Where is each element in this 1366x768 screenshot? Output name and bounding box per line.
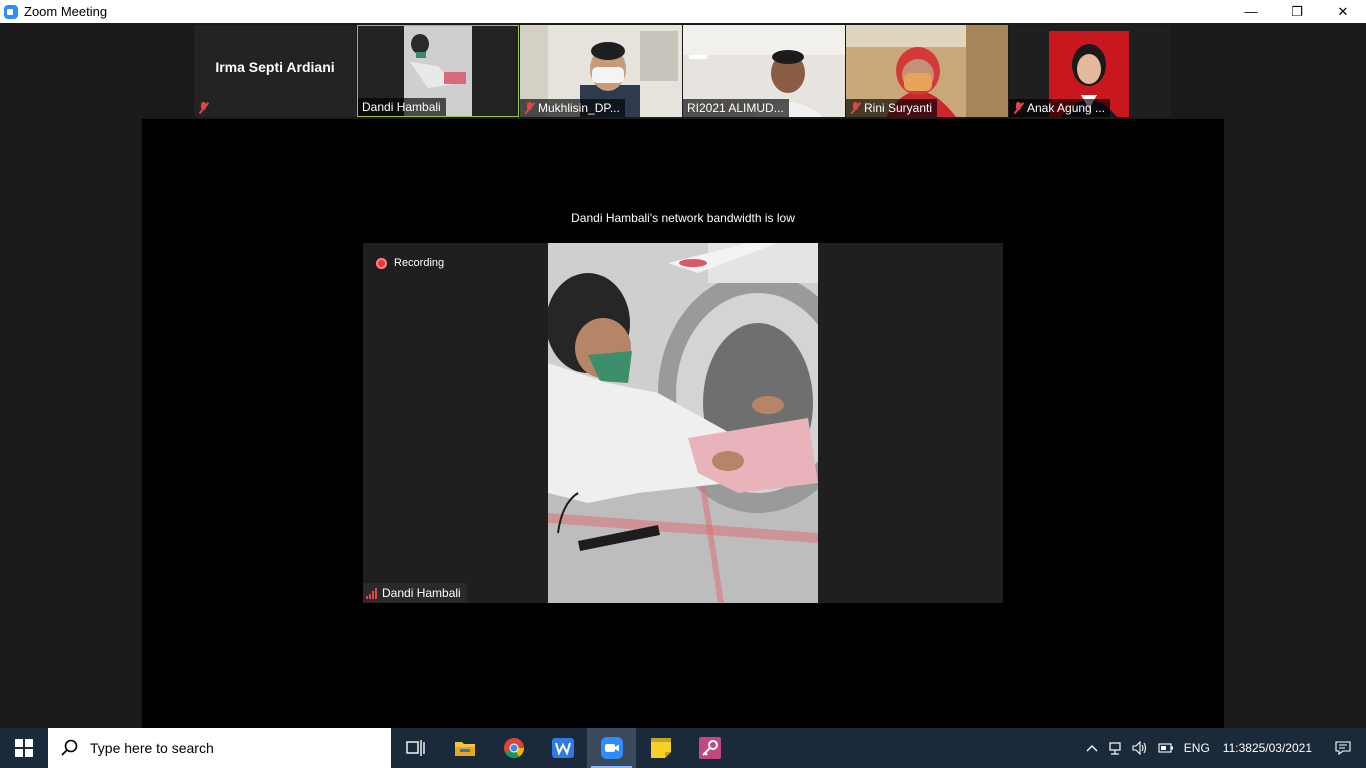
zoom-app-icon: [4, 4, 18, 19]
speaker-video: [548, 243, 818, 603]
task-view-button[interactable]: [391, 728, 440, 768]
taskbar-search-box[interactable]: Type here to search: [48, 728, 391, 768]
participant-name: RI2021 ALIMUD...: [687, 101, 784, 115]
chevron-up-icon: [1086, 745, 1098, 752]
participant-name: Anak Agung ...: [1027, 101, 1106, 115]
chrome-icon: [503, 738, 524, 759]
taskbar-wps-office[interactable]: [538, 728, 587, 768]
mic-muted-icon: [1013, 102, 1024, 114]
restore-button[interactable]: ❐: [1274, 0, 1320, 23]
notification-icon: [1335, 741, 1351, 755]
tray-battery[interactable]: [1153, 728, 1179, 768]
window-title: Zoom Meeting: [24, 4, 108, 19]
search-icon: [61, 739, 78, 756]
search-placeholder: Type here to search: [90, 740, 214, 756]
speaker-name-label: Dandi Hambali: [363, 583, 467, 603]
participant-name: Rini Suryanti: [864, 101, 933, 115]
clock-time: 11:38: [1222, 740, 1252, 755]
speaker-volume-icon: [1132, 741, 1146, 755]
windows-taskbar: Type here to search ENG 11:38 25/03/2021: [0, 728, 1366, 768]
mic-muted-icon: [850, 102, 861, 114]
tray-language[interactable]: ENG: [1179, 728, 1215, 768]
taskbar-sticky-notes[interactable]: [636, 728, 685, 768]
active-speaker-area: Dandi Hambali's network bandwidth is low…: [142, 119, 1224, 728]
participant-tile[interactable]: Mukhlisin_DP...: [520, 25, 682, 117]
key-app-icon: [698, 737, 721, 759]
tray-volume[interactable]: [1127, 728, 1153, 768]
action-center-button[interactable]: [1320, 728, 1366, 768]
battery-icon: [1158, 743, 1173, 753]
participant-name: Dandi Hambali: [362, 100, 441, 114]
windows-logo-icon: [15, 739, 33, 757]
show-hidden-icons[interactable]: [1081, 728, 1103, 768]
title-bar: Zoom Meeting — ❐ ✕: [0, 0, 1366, 23]
participant-tile[interactable]: Irma Septi Ardiani: [194, 25, 356, 117]
clock-date: 25/03/2021: [1251, 740, 1312, 755]
mic-muted-icon: [198, 102, 209, 114]
weak-signal-icon: [366, 587, 377, 599]
meeting-stage: Irma Septi Ardiani Dandi Hambali Mukhlis…: [0, 23, 1366, 728]
task-view-icon: [405, 740, 425, 756]
participant-strip: Irma Septi Ardiani Dandi Hambali Mukhlis…: [194, 25, 1171, 117]
taskbar-app-key[interactable]: [685, 728, 734, 768]
taskbar-zoom[interactable]: [587, 728, 636, 768]
bandwidth-notice: Dandi Hambali's network bandwidth is low: [571, 211, 795, 225]
wps-office-icon: [551, 738, 574, 758]
participant-tile[interactable]: Dandi Hambali: [357, 25, 519, 117]
participant-display-name: Irma Septi Ardiani: [215, 59, 335, 75]
taskbar-file-explorer[interactable]: [440, 728, 489, 768]
system-tray: ENG 11:38 25/03/2021: [1081, 728, 1366, 768]
participant-name: Mukhlisin_DP...: [538, 101, 620, 115]
tray-clock[interactable]: 11:38 25/03/2021: [1215, 728, 1320, 768]
recording-label: Recording: [394, 257, 445, 269]
sticky-notes-icon: [650, 738, 671, 758]
speaker-name: Dandi Hambali: [382, 586, 461, 600]
participant-tile[interactable]: Anak Agung ...: [1009, 25, 1171, 117]
folder-icon: [454, 742, 475, 756]
start-button[interactable]: [0, 728, 48, 768]
window-controls: — ❐ ✕: [1228, 0, 1366, 23]
mic-muted-icon: [524, 102, 535, 114]
minimize-button[interactable]: —: [1228, 0, 1274, 23]
network-icon: [1109, 742, 1121, 755]
recording-icon: [376, 257, 387, 269]
speaker-video-box[interactable]: Recording Dandi Hambali: [363, 243, 1003, 603]
recording-indicator[interactable]: Recording: [376, 257, 444, 269]
participant-tile[interactable]: Rini Suryanti: [846, 25, 1008, 117]
zoom-icon: [600, 737, 623, 759]
taskbar-chrome[interactable]: [489, 728, 538, 768]
close-button[interactable]: ✕: [1320, 0, 1366, 23]
tray-network[interactable]: [1103, 728, 1127, 768]
participant-tile[interactable]: RI2021 ALIMUD...: [683, 25, 845, 117]
